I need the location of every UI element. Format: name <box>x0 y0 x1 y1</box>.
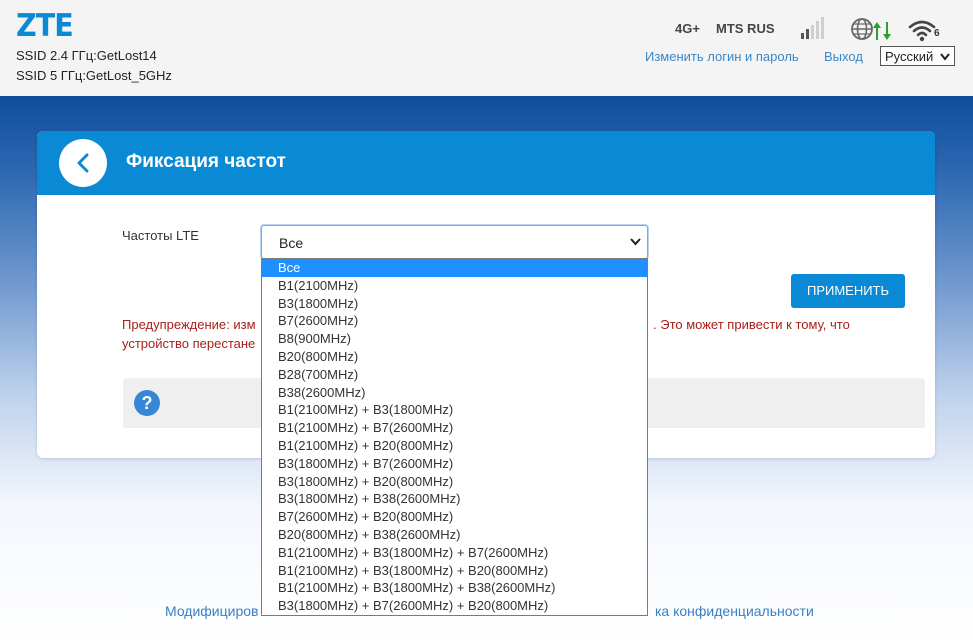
dropdown-option[interactable]: B3(1800MHz) + B38(2600MHz) <box>262 490 647 508</box>
warning-line1-right: . Это может привести к тому, что <box>653 317 850 332</box>
footer-link-left[interactable]: Модифициров <box>165 603 258 619</box>
dropdown-option[interactable]: B1(2100MHz) + B3(1800MHz) + B38(2600MHz) <box>262 579 647 597</box>
wifi-icon <box>908 20 936 42</box>
dropdown-option[interactable]: B3(1800MHz) <box>262 295 647 313</box>
ssid-5-label: SSID 5 ГГц:GetLost_5GHz <box>16 68 172 83</box>
dropdown-option[interactable]: B3(1800MHz) + B20(800MHz) <box>262 473 647 491</box>
apply-button[interactable]: ПРИМЕНИТЬ <box>791 274 905 308</box>
page-title: Фиксация частот <box>126 151 286 172</box>
question-icon[interactable]: ? <box>134 390 160 416</box>
dropdown-option[interactable]: B1(2100MHz) + B20(800MHz) <box>262 437 647 455</box>
footer-link-privacy[interactable]: ка конфиденциальности <box>655 603 814 619</box>
zte-logo: ZTE <box>16 8 74 44</box>
dropdown-option[interactable]: B20(800MHz) + B38(2600MHz) <box>262 526 647 544</box>
ssid-24-label: SSID 2.4 ГГц:GetLost14 <box>16 48 157 63</box>
dropdown-option[interactable]: B1(2100MHz) + B3(1800MHz) <box>262 401 647 419</box>
lte-bands-select[interactable]: Все <box>261 225 648 259</box>
lte-bands-label: Частоты LTE <box>122 228 199 243</box>
globe-icon <box>851 18 873 40</box>
dropdown-option[interactable]: B8(900MHz) <box>262 330 647 348</box>
wifi-client-count: 6 <box>934 28 940 39</box>
chevron-down-icon <box>940 53 950 61</box>
operator-name: MTS RUS <box>716 21 775 36</box>
language-value: Русский <box>885 49 934 64</box>
dropdown-option[interactable]: B1(2100MHz) + B3(1800MHz) + B7(2600MHz) <box>262 544 647 562</box>
warning-line1-left: Предупреждение: изм <box>122 317 256 332</box>
dropdown-option[interactable]: B20(800MHz) <box>262 348 647 366</box>
dropdown-option[interactable]: B28(700MHz) <box>262 366 647 384</box>
updown-arrows-icon <box>873 22 891 40</box>
dropdown-option[interactable]: B1(2100MHz) + B3(1800MHz) + B20(800MHz) <box>262 562 647 580</box>
top-header: ZTE SSID 2.4 ГГц:GetLost14 SSID 5 ГГц:Ge… <box>0 0 973 96</box>
chevron-left-icon <box>77 153 89 173</box>
change-login-link[interactable]: Изменить логин и пароль <box>645 49 799 64</box>
language-select[interactable]: Русский <box>880 46 955 66</box>
dropdown-option[interactable]: Все <box>262 259 647 277</box>
back-button[interactable] <box>59 139 107 187</box>
dropdown-option[interactable]: B1(2100MHz) <box>262 277 647 295</box>
dropdown-option[interactable]: B3(1800MHz) + B7(2600MHz) <box>262 455 647 473</box>
dropdown-option[interactable]: B1(2100MHz) + B7(2600MHz) <box>262 419 647 437</box>
card-header: Фиксация частот <box>37 131 935 195</box>
dropdown-option[interactable]: B38(2600MHz) <box>262 384 647 402</box>
lte-bands-value: Все <box>279 235 304 251</box>
dropdown-option[interactable]: B3(1800MHz) + B7(2600MHz) + B20(800MHz) <box>262 597 647 615</box>
network-type: 4G+ <box>675 21 700 36</box>
lte-bands-dropdown-list[interactable]: Все B1(2100MHz) B3(1800MHz) B7(2600MHz) B8(9… <box>261 258 648 616</box>
dropdown-option[interactable]: B7(2600MHz) + B20(800MHz) <box>262 508 647 526</box>
logout-link[interactable]: Выход <box>824 49 863 64</box>
warning-line2-left: устройство перестане <box>122 336 256 351</box>
dropdown-option[interactable]: B7(2600MHz) <box>262 312 647 330</box>
chevron-down-icon <box>630 238 641 246</box>
signal-bars-icon <box>801 17 824 39</box>
